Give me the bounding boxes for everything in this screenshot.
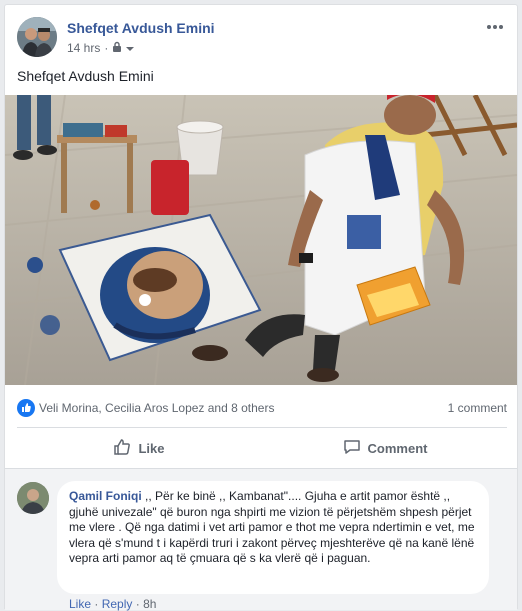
lock-icon[interactable] [112,41,122,55]
comment-button-label: Comment [367,440,428,456]
post-timestamp[interactable]: 14 hrs [67,41,100,55]
comment-icon [343,438,361,459]
meta-separator: · [104,41,109,55]
post-header: Shefqet Avdush Emini 14 hrs · [17,17,507,59]
divider [17,427,507,428]
post-video[interactable] [5,95,517,385]
post-stats: Veli Morina, Cecilia Aros Lopez and 8 ot… [17,398,507,418]
post-meta: 14 hrs · [67,41,135,55]
post-caption: Shefqet Avdush Emini [17,68,154,84]
author-avatar[interactable] [17,17,57,57]
commenter-avatar[interactable] [17,482,49,514]
comment-button[interactable]: Comment [263,431,507,465]
like-button[interactable]: Like [17,431,261,465]
thumbs-up-icon [113,438,131,459]
comment-bubble: Qamil Foniqi ,, Për ke binë ,, Kambanat"… [57,481,489,594]
comment-count[interactable]: 1 comment [448,401,507,415]
privacy-dropdown-icon[interactable] [126,41,135,55]
like-button-label: Like [138,440,165,456]
post-author-name[interactable]: Shefqet Avdush Emini [67,20,215,36]
comments-section: Qamil Foniqi ,, Për ke binë ,, Kambanat"… [5,468,517,611]
post-actions: Like Comment [17,431,507,465]
comment-author[interactable]: Qamil Foniqi [69,489,142,503]
like-icon[interactable] [17,399,35,417]
reactions-summary[interactable]: Veli Morina, Cecilia Aros Lopez and 8 ot… [39,401,274,415]
more-options-icon[interactable] [483,17,507,37]
feed-post: Shefqet Avdush Emini 14 hrs · Shefqet Av… [4,4,518,611]
